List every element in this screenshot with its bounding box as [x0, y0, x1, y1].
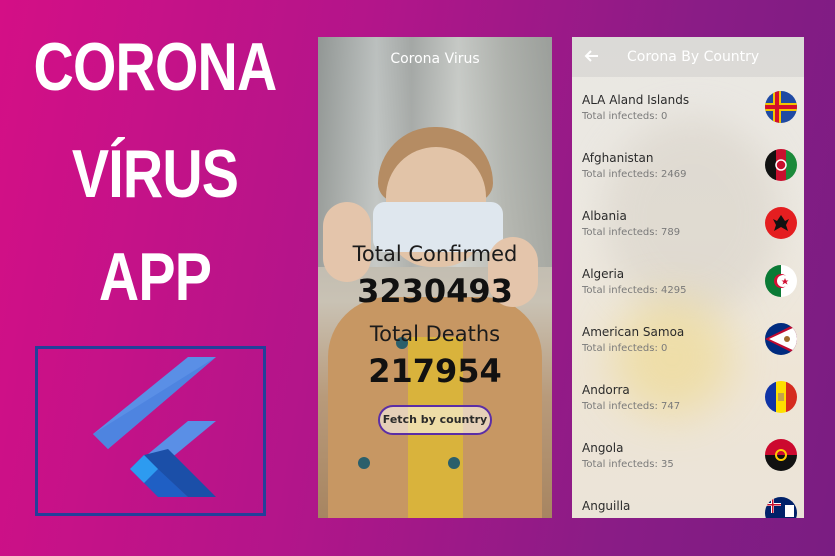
infected-count: Total infecteds: 35: [582, 459, 674, 470]
country-name: Algeria: [582, 267, 625, 281]
infected-count: Total infecteds: 0: [582, 343, 668, 354]
list-item[interactable]: Anguilla: [582, 497, 797, 518]
list-item[interactable]: Albania Total infecteds: 789: [582, 207, 797, 259]
total-confirmed-label: Total Confirmed: [352, 242, 518, 266]
infected-count: Total infecteds: 2469: [582, 169, 687, 180]
country-name: Angola: [582, 441, 624, 455]
infected-count: Total infecteds: 789: [582, 227, 681, 238]
country-name: Anguilla: [582, 499, 631, 513]
andorra-flag-icon: [765, 381, 797, 413]
list-item[interactable]: Angola Total infecteds: 35: [582, 439, 797, 491]
list-item[interactable]: ALA Aland Islands Total infecteds: 0: [582, 91, 797, 143]
main-screen: Corona Virus Total Confirmed 3230493 Tot…: [318, 37, 552, 518]
app-bar-title: Corona Virus: [390, 51, 480, 67]
promo-title-line-3: APP: [98, 239, 212, 315]
list-item[interactable]: Afghanistan Total infecteds: 2469: [582, 149, 797, 201]
promo-title-line-2: VÍRUS: [71, 136, 239, 212]
algeria-flag-icon: [765, 265, 797, 297]
country-name: American Samoa: [582, 325, 685, 339]
aland-flag-icon: [765, 91, 797, 123]
app-bar-title: Corona By Country: [627, 49, 760, 65]
infected-count: Total infecteds: 4295: [582, 285, 687, 296]
list-item[interactable]: American Samoa Total infecteds: 0: [582, 323, 797, 375]
infected-count: Total infecteds: 0: [582, 111, 668, 122]
country-name: Albania: [582, 209, 627, 223]
country-list-screen: Corona By Country ALA Aland Islands Tota…: [572, 37, 804, 518]
country-name: Andorra: [582, 383, 630, 397]
country-name: Afghanistan: [582, 151, 654, 165]
arrow-left-icon[interactable]: [584, 48, 600, 68]
afghanistan-flag-icon: [765, 149, 797, 181]
flutter-logo-frame: [35, 346, 266, 516]
list-item[interactable]: Algeria Total infecteds: 4295: [582, 265, 797, 317]
total-confirmed-value: 3230493: [357, 272, 513, 310]
promo-title-line-1: CORONA: [33, 29, 278, 105]
angola-flag-icon: [765, 439, 797, 471]
total-deaths-label: Total Deaths: [369, 322, 501, 346]
list-item[interactable]: Andorra Total infecteds: 747: [582, 381, 797, 433]
flutter-logo-icon: [93, 357, 216, 497]
american-samoa-flag-icon: [765, 323, 797, 355]
country-name: ALA Aland Islands: [582, 93, 690, 107]
albania-flag-icon: [765, 207, 797, 239]
app-bar: Corona By Country: [572, 37, 804, 77]
infected-count: Total infecteds: 747: [582, 401, 681, 412]
total-deaths-value: 217954: [368, 352, 502, 390]
anguilla-flag-icon: [765, 497, 797, 518]
fetch-by-country-button[interactable]: Fetch by country: [378, 405, 492, 435]
